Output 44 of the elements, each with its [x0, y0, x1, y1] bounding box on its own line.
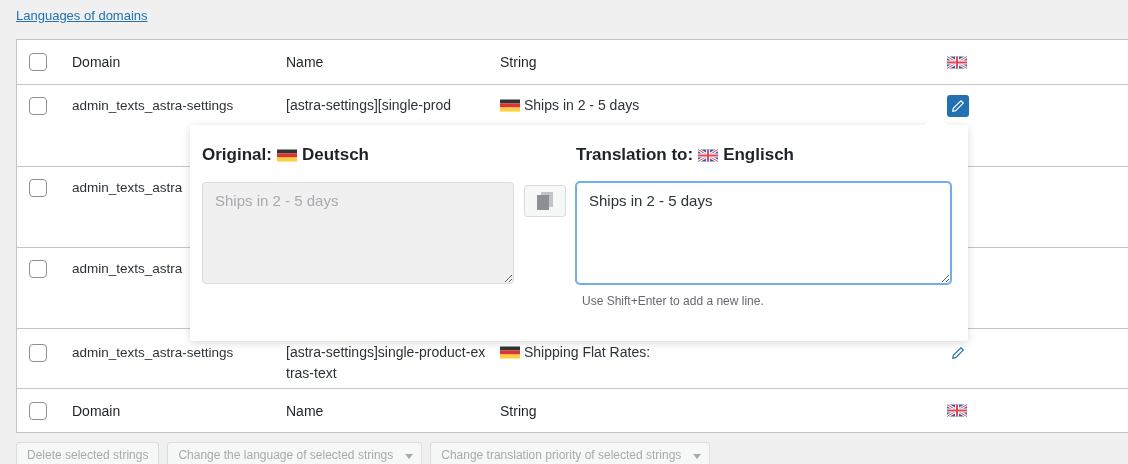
row-checkbox[interactable] [29, 179, 47, 197]
domain-cell-text: admin_texts_astra-settings [72, 97, 235, 115]
column-footer: Domain [72, 402, 286, 419]
string-cell-text: Ships in 2 - 5 days [524, 96, 640, 115]
select-all-checkbox[interactable] [29, 53, 47, 71]
column-header: String [500, 54, 538, 70]
translation-label: Translation to: [576, 145, 694, 165]
uk-flag-icon [947, 404, 967, 417]
hint-text: Use Shift+Enter to add a new line. [581, 294, 765, 308]
domain-cell-text: admin_texts_astra [72, 179, 184, 197]
german-flag-icon [276, 148, 297, 162]
translation-text-field[interactable]: Ships in 2 - 5 days [576, 182, 951, 284]
column-footer: Name [286, 402, 500, 419]
german-flag-icon [500, 99, 520, 112]
row-checkbox[interactable] [29, 97, 47, 115]
copy-button[interactable] [524, 185, 566, 217]
edit-button[interactable] [947, 95, 969, 117]
original-text-field[interactable]: Ships in 2 - 5 days [202, 182, 514, 284]
select-all-checkbox[interactable] [29, 401, 47, 420]
column-header: Name [286, 54, 325, 70]
original-language: Deutsch [301, 145, 369, 165]
name-cell-text: [astra-settings]single-product-extras-text [286, 343, 487, 383]
pencil-icon [951, 346, 965, 360]
pencil-icon [951, 99, 965, 113]
name-cell-text: [astra-settings][single-prod [286, 96, 452, 115]
original-label: Original: [202, 145, 272, 165]
row-checkbox[interactable] [29, 344, 47, 362]
german-flag-icon [500, 346, 520, 359]
domain-cell-text: admin_texts_astra [72, 260, 184, 278]
translation-language: Englisch [723, 145, 794, 165]
column-header: Domain [72, 54, 122, 70]
delete-button[interactable]: Delete selected strings [16, 442, 160, 464]
caret-icon [405, 454, 414, 459]
caret-icon [693, 454, 702, 459]
bulk-action-select[interactable]: Change the language of selected strings [167, 442, 423, 464]
uk-flag-icon [947, 55, 967, 69]
bulk-action-select[interactable]: Change translation priority of selected strings [430, 442, 711, 464]
languages-of-domains-link[interactable]: Languages of domains [16, 8, 148, 23]
domain-cell-text: admin_texts_astra-settings [72, 344, 235, 362]
uk-flag-icon [698, 148, 719, 162]
copy-icon [537, 192, 553, 210]
row-checkbox[interactable] [29, 260, 47, 278]
column-footer: String [500, 402, 931, 419]
string-cell-text: Shipping Flat Rates: [524, 343, 651, 362]
